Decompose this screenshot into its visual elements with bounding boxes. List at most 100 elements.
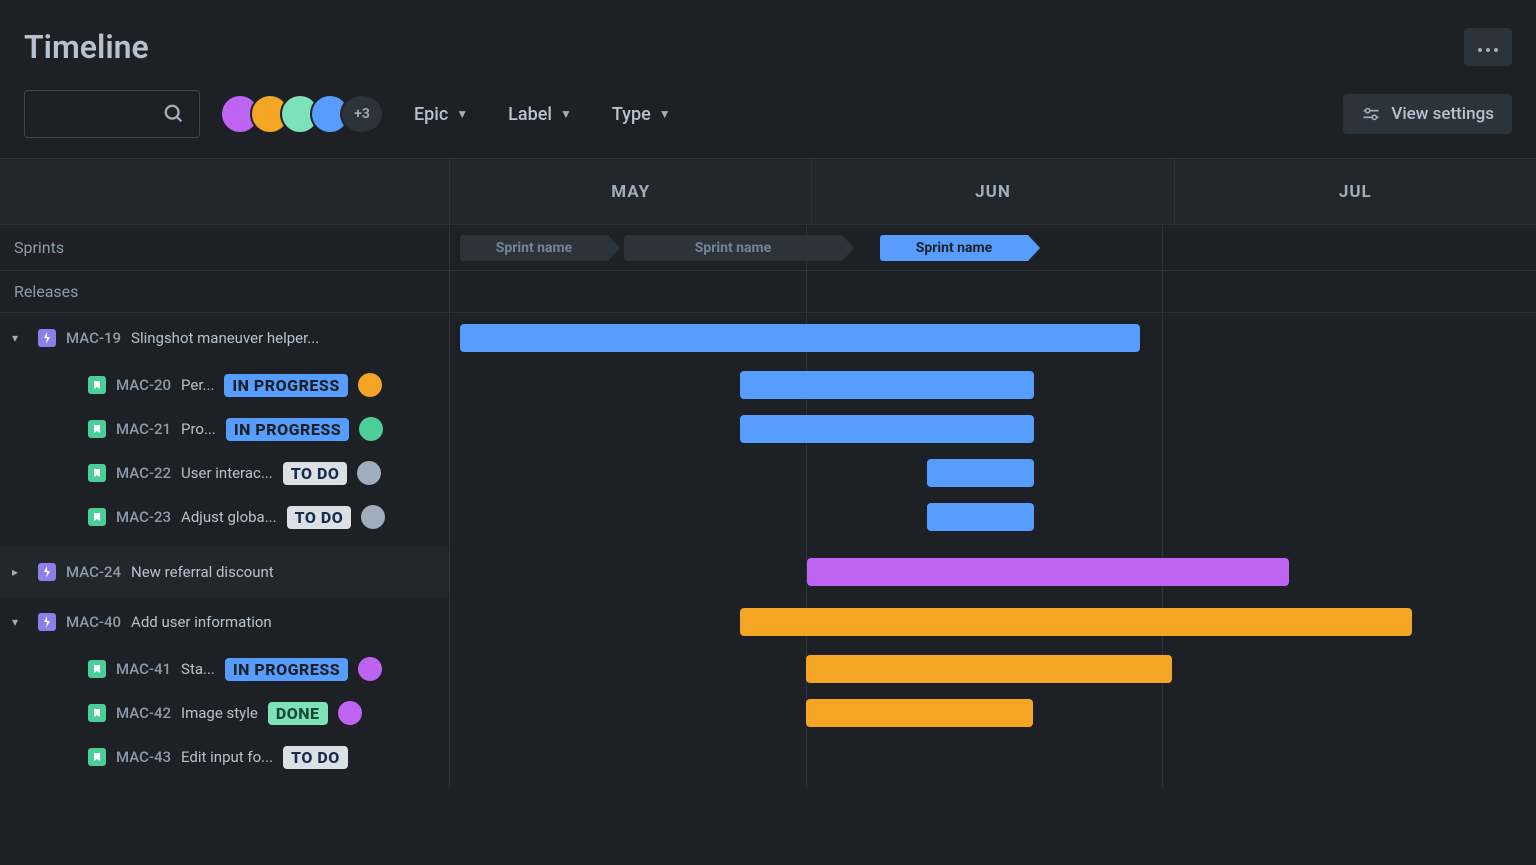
expand-toggle[interactable]: ▾ [12,615,28,629]
chevron-down-icon: ▼ [560,107,572,121]
story-icon [88,508,106,526]
releases-section-label: Releases [0,271,449,313]
issue-key: MAC-41 [116,660,171,678]
assignee-avatar[interactable] [358,373,382,397]
timeline-row [450,735,1536,779]
epic-bar[interactable] [807,558,1289,586]
month-label: MAY [450,159,812,224]
filter-label: Type [612,104,651,125]
status-badge: TO DO [287,506,352,529]
timeline-row [450,363,1536,407]
status-badge: IN PROGRESS [224,374,347,397]
task-row[interactable]: MAC-23 Adjust globa... TO DO [0,495,449,539]
issue-summary: Edit input fo... [181,748,273,766]
task-row[interactable]: MAC-41 Sta... IN PROGRESS [0,647,449,691]
assignee-avatar[interactable] [361,505,385,529]
story-icon [88,376,106,394]
status-badge: TO DO [283,746,348,769]
task-row[interactable]: MAC-22 User interac... TO DO [0,451,449,495]
issue-key: MAC-23 [116,508,171,526]
task-bar[interactable] [806,699,1033,727]
epic-bar[interactable] [460,324,1140,352]
issue-key: MAC-40 [66,613,121,631]
page-title: Timeline [24,28,149,66]
sprints-section-label: Sprints [0,225,449,271]
sprints-row: Sprint nameSprint nameSprint name [450,225,1536,271]
issue-key: MAC-21 [116,420,171,438]
issue-summary: User interac... [181,464,273,482]
chevron-down-icon: ▼ [659,107,671,121]
task-bar[interactable] [740,415,1034,443]
epic-icon [38,329,56,347]
issue-key: MAC-42 [116,704,171,722]
avatar-overflow[interactable]: +3 [340,94,384,134]
status-badge: IN PROGRESS [226,418,349,441]
more-menu-button[interactable] [1464,28,1512,66]
sliders-icon [1361,104,1381,124]
issue-summary: Sta... [181,660,215,678]
timeline-column: MAY JUN JUL Sprint nameSprint nameSprint… [450,159,1536,787]
status-badge: DONE [268,702,328,725]
timeline-row [450,597,1536,647]
epic-icon [38,563,56,581]
expand-toggle[interactable]: ▾ [12,331,28,345]
filter-label: Epic [414,104,448,125]
sprint-pill[interactable]: Sprint name [460,235,620,261]
task-row[interactable]: MAC-21 Pro... IN PROGRESS [0,407,449,451]
issue-summary: Slingshot maneuver helper... [131,329,319,347]
story-icon [88,420,106,438]
issue-summary: New referral discount [131,563,274,581]
search-icon [163,103,185,125]
ellipsis-icon [1476,38,1500,56]
task-row[interactable]: MAC-43Edit input fo...TO DO [0,735,449,779]
assignee-avatar[interactable] [357,461,381,485]
epic-row[interactable]: ▾ MAC-40 Add user information [0,597,449,647]
task-row[interactable]: MAC-42Image styleDONE [0,691,449,735]
epic-row[interactable]: ▾ MAC-19 Slingshot maneuver helper... [0,313,449,363]
timeline-row [450,407,1536,451]
label-filter[interactable]: Label ▼ [498,96,582,133]
timeline-row [450,495,1536,539]
filter-label: Label [508,104,552,125]
timeline-row [450,647,1536,691]
search-input[interactable] [24,90,200,138]
issue-summary: Pro... [181,420,216,438]
task-bar[interactable] [927,459,1034,487]
view-settings-button[interactable]: View settings [1343,94,1512,134]
task-bar[interactable] [806,655,1172,683]
task-bar[interactable] [927,503,1034,531]
month-label: JUL [1175,159,1536,224]
issue-key: MAC-19 [66,329,121,347]
epic-filter[interactable]: Epic ▼ [404,96,478,133]
assignee-filter-avatars[interactable]: +3 [220,94,384,134]
status-badge: IN PROGRESS [225,658,348,681]
expand-toggle[interactable]: ▸ [12,565,28,579]
assignee-avatar[interactable] [358,657,382,681]
epic-icon [38,613,56,631]
epic-row[interactable]: ▸ MAC-24 New referral discount [0,547,449,597]
assignee-avatar[interactable] [359,417,383,441]
story-icon [88,704,106,722]
timeline-row [450,691,1536,735]
issue-summary: Per... [181,376,214,394]
story-icon [88,748,106,766]
sprint-pill[interactable]: Sprint name [880,235,1040,261]
issue-summary: Adjust globa... [181,508,277,526]
issue-summary: Add user information [131,613,272,631]
sprint-pill[interactable]: Sprint name [624,235,854,261]
story-icon [88,660,106,678]
status-badge: TO DO [283,462,348,485]
issue-key: MAC-20 [116,376,171,394]
issue-key: MAC-24 [66,563,121,581]
timeline-row [450,451,1536,495]
issue-list-column: Sprints Releases ▾ MAC-19 Slingshot maneuv… [0,159,450,787]
month-label: JUN [812,159,1174,224]
issue-key: MAC-22 [116,464,171,482]
task-row[interactable]: MAC-20 Per... IN PROGRESS [0,363,449,407]
epic-bar[interactable] [740,608,1412,636]
task-bar[interactable] [740,371,1034,399]
assignee-avatar[interactable] [338,701,362,725]
timeline-row [450,547,1536,597]
type-filter[interactable]: Type ▼ [602,96,681,133]
chevron-down-icon: ▼ [456,107,468,121]
